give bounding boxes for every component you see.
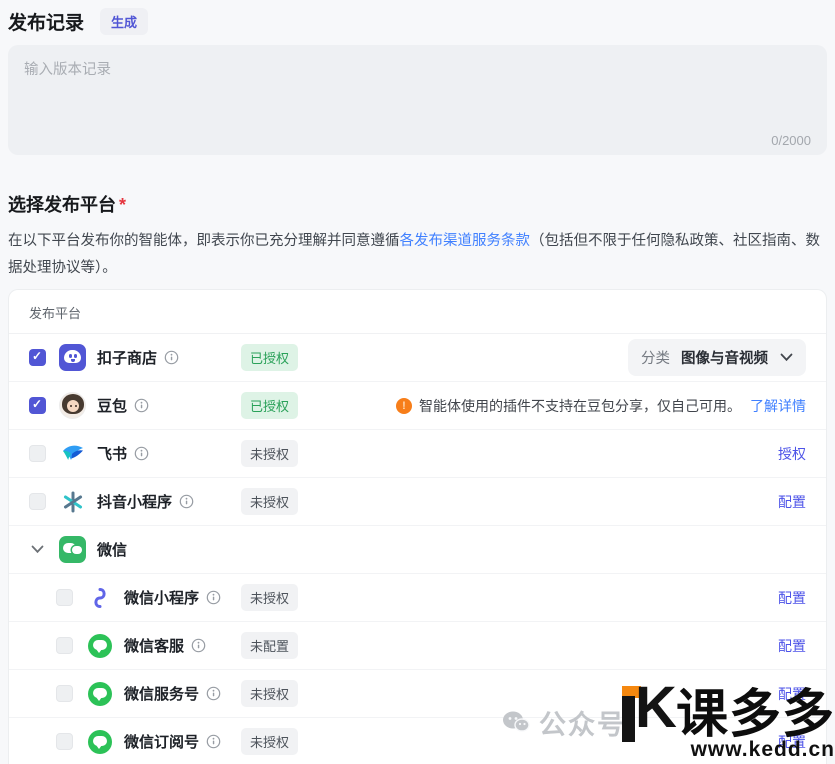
platform-name: 微信小程序 (124, 587, 199, 608)
info-icon[interactable] (206, 686, 221, 701)
page: 发布记录 生成 0/2000 选择发布平台* 在以下平台发布你的智能体，即表示你… (0, 0, 835, 764)
table-row: 飞书 未授权 授权 (9, 430, 826, 478)
table-row: 豆包 已授权 ! 智能体使用的插件不支持在豆包分享，仅自己可用。 了解详情 (9, 382, 826, 430)
wechat-service-icon (86, 680, 113, 707)
status-badge: 未授权 (241, 680, 298, 707)
collapse-chevron-icon[interactable] (29, 545, 46, 554)
doubao-warning: ! 智能体使用的插件不支持在豆包分享，仅自己可用。 了解详情 (396, 396, 806, 416)
configure-link[interactable]: 配置 (778, 492, 806, 512)
douyin-miniapp-icon (59, 488, 86, 515)
info-icon[interactable] (191, 638, 206, 653)
wechat-miniapp-icon (86, 584, 113, 611)
release-notes-input[interactable] (24, 58, 811, 132)
status-badge: 未配置 (241, 632, 298, 659)
char-counter: 0/2000 (771, 133, 811, 148)
warning-text: 智能体使用的插件不支持在豆包分享，仅自己可用。 (419, 396, 741, 416)
section-heading: 选择发布平台* (8, 191, 827, 217)
info-icon[interactable] (206, 590, 221, 605)
desc-before: 在以下平台发布你的智能体，即表示你已充分理解并同意遵循 (8, 233, 400, 249)
checkbox-wechat-subscription[interactable] (56, 733, 73, 750)
wechat-kefu-icon (86, 632, 113, 659)
checkbox-doubao[interactable] (29, 397, 46, 414)
section-description: 在以下平台发布你的智能体，即表示你已充分理解并同意遵循各发布渠道服务条款（包括但… (8, 228, 827, 282)
configure-link[interactable]: 配置 (778, 732, 806, 752)
platform-name: 扣子商店 (97, 347, 157, 368)
platform-name: 豆包 (97, 395, 127, 416)
checkbox-wechat-service[interactable] (56, 685, 73, 702)
release-notes-header: 发布记录 生成 (8, 8, 827, 35)
platform-name: 微信客服 (124, 635, 184, 656)
info-icon[interactable] (134, 398, 149, 413)
table-row: 微信小程序 未授权 配置 (9, 574, 826, 622)
info-icon[interactable] (164, 350, 179, 365)
platform-name: 飞书 (97, 443, 127, 464)
generate-button[interactable]: 生成 (100, 8, 148, 35)
table-header: 发布平台 (9, 290, 826, 334)
table-row: 微信订阅号 未授权 配置 (9, 718, 826, 764)
wechat-icon (59, 536, 86, 563)
coze-store-icon (59, 344, 86, 371)
table-row: 抖音小程序 未授权 配置 (9, 478, 826, 526)
feishu-icon (59, 440, 86, 467)
wechat-subscription-icon (86, 728, 113, 755)
status-badge: 已授权 (241, 344, 298, 371)
category-label: 分类 (641, 347, 670, 368)
table-group-row: 微信 (9, 526, 826, 574)
table-row: 扣子商店 已授权 分类 图像与音视频 (9, 334, 826, 382)
doubao-icon (59, 392, 86, 419)
table-row: 微信服务号 未授权 配置 (9, 670, 826, 718)
required-asterisk: * (119, 195, 126, 215)
platform-name: 微信服务号 (124, 683, 199, 704)
release-notes-box: 0/2000 (8, 45, 827, 155)
status-badge: 未授权 (241, 488, 298, 515)
status-badge: 已授权 (241, 392, 298, 419)
checkbox-douyin-miniapp[interactable] (29, 493, 46, 510)
section-heading-text: 选择发布平台 (8, 195, 116, 215)
configure-link[interactable]: 配置 (778, 588, 806, 608)
platform-name: 抖音小程序 (97, 491, 172, 512)
configure-link[interactable]: 配置 (778, 636, 806, 656)
platform-table: 发布平台 扣子商店 已授权 分类 图像与音视频 (8, 289, 827, 764)
authorize-link[interactable]: 授权 (778, 444, 806, 464)
checkbox-wechat-kefu[interactable] (56, 637, 73, 654)
page-title: 发布记录 (8, 8, 84, 35)
status-badge: 未授权 (241, 440, 298, 467)
status-badge: 未授权 (241, 584, 298, 611)
info-icon[interactable] (134, 446, 149, 461)
info-icon[interactable] (206, 734, 221, 749)
learn-more-link[interactable]: 了解详情 (750, 396, 806, 416)
platform-group-name: 微信 (97, 539, 127, 560)
terms-link[interactable]: 各发布渠道服务条款 (400, 233, 531, 249)
checkbox-wechat-miniapp[interactable] (56, 589, 73, 606)
configure-link[interactable]: 配置 (778, 684, 806, 704)
chevron-down-icon (780, 349, 793, 367)
status-badge: 未授权 (241, 728, 298, 755)
table-row: 微信客服 未配置 配置 (9, 622, 826, 670)
warning-icon: ! (396, 398, 412, 414)
category-value: 图像与音视频 (681, 347, 768, 368)
platform-name: 微信订阅号 (124, 731, 199, 752)
category-dropdown[interactable]: 分类 图像与音视频 (628, 339, 806, 376)
info-icon[interactable] (179, 494, 194, 509)
checkbox-feishu[interactable] (29, 445, 46, 462)
checkbox-coze-store[interactable] (29, 349, 46, 366)
